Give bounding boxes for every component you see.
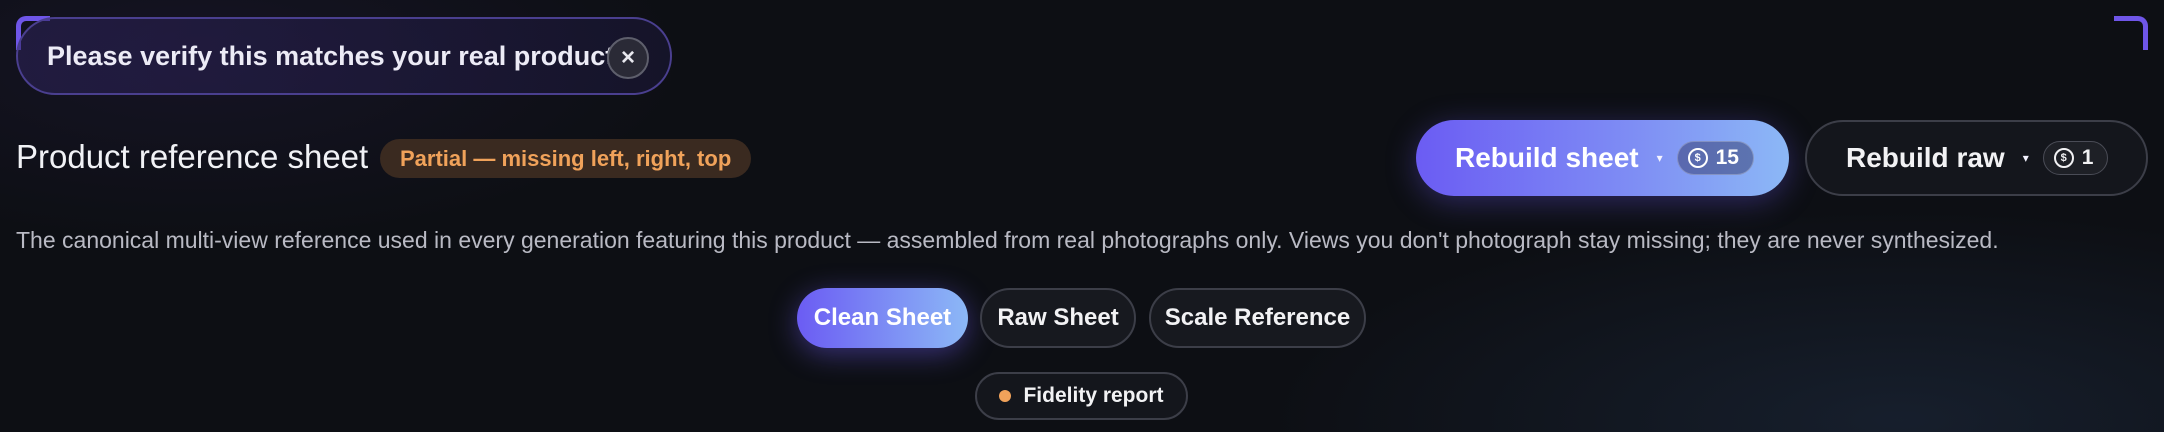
corner-bracket-top-right: [2114, 16, 2148, 50]
tab-scale-reference[interactable]: Scale Reference: [1149, 288, 1366, 348]
chevron-down-icon[interactable]: ▾: [2023, 151, 2029, 165]
rebuild-raw-label: Rebuild raw: [1846, 142, 2005, 173]
credit-cost-badge: $ 1: [2042, 141, 2109, 175]
sheet-tabs: Clean Sheet Raw Sheet Scale Reference: [0, 288, 2164, 348]
app-window: Please verify this matches your real pro…: [0, 0, 2164, 432]
credit-cost: 15: [1715, 146, 1739, 169]
credit-cost: 1: [2081, 146, 2094, 169]
status-badge: Partial — missing left, right, top: [380, 139, 752, 178]
tab-clean-sheet[interactable]: Clean Sheet: [797, 288, 968, 348]
rebuild-raw-button[interactable]: Rebuild raw ▾ $ 1: [1805, 120, 2148, 196]
rebuild-sheet-label: Rebuild sheet: [1455, 142, 1639, 173]
close-icon[interactable]: ×: [607, 37, 649, 79]
description-text: The canonical multi-view reference used …: [16, 227, 1999, 253]
fidelity-report-label: Fidelity report: [1023, 384, 1164, 407]
credit-cost-badge: $ 15: [1676, 141, 1754, 175]
rebuild-sheet-button[interactable]: Rebuild sheet ▾ $ 15: [1416, 120, 1789, 196]
tab-raw-sheet[interactable]: Raw Sheet: [980, 288, 1136, 348]
verification-toast: Please verify this matches your real pro…: [16, 17, 672, 95]
chevron-down-icon[interactable]: ▾: [1657, 151, 1663, 165]
fidelity-report-button[interactable]: Fidelity report: [975, 372, 1188, 420]
page-title: Product reference sheet: [16, 138, 369, 175]
status-dot-icon: [999, 390, 1012, 402]
coin-icon: $: [1687, 148, 1708, 168]
coin-icon: $: [2053, 148, 2074, 168]
toast-message: Please verify this matches your real pro…: [47, 40, 615, 71]
